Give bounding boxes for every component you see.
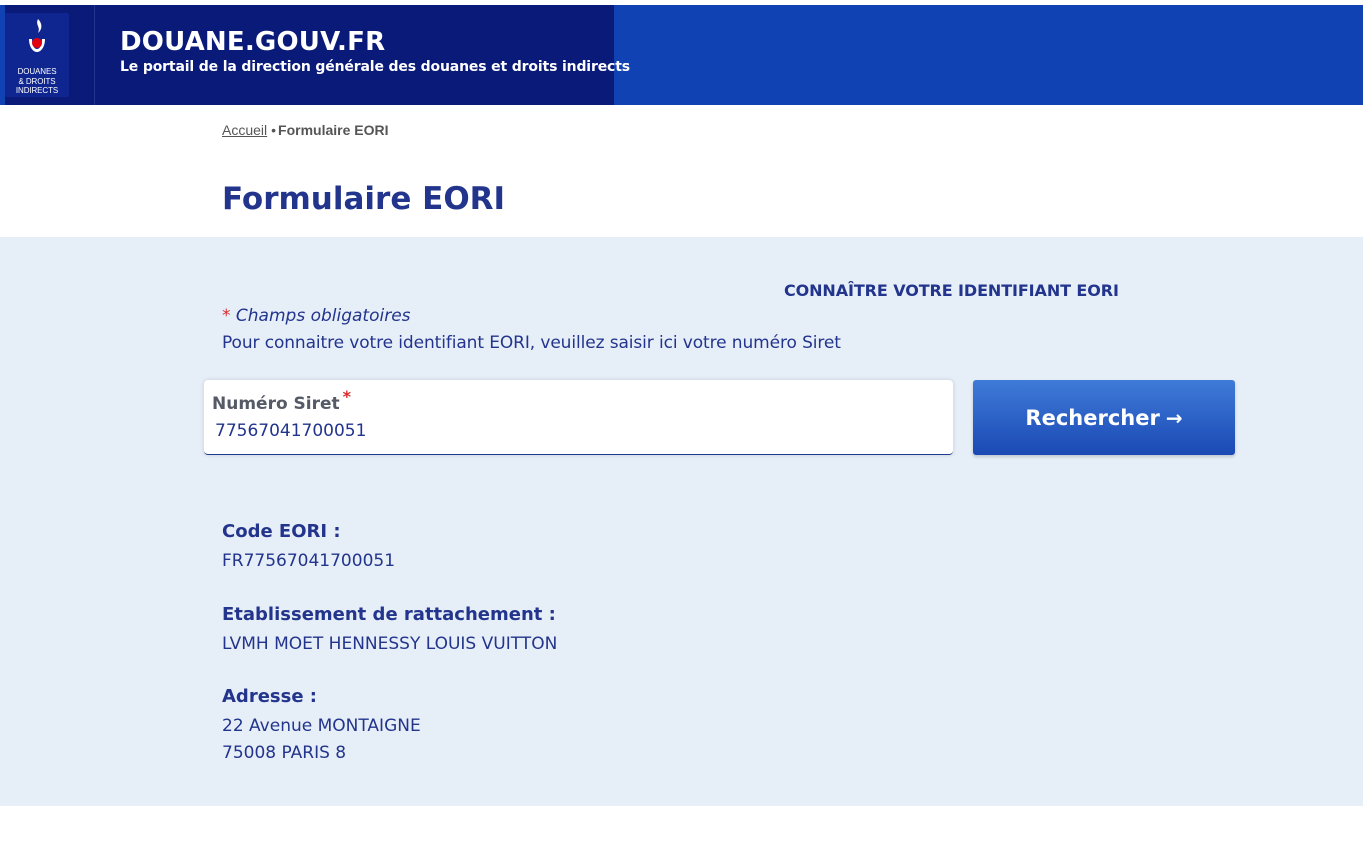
search-button-label: Rechercher [1025, 405, 1160, 430]
eori-result: Code EORI : FR77567041700051 [222, 521, 395, 575]
address-result: Adresse : 22 Avenue MONTAIGNE 75008 PARI… [222, 686, 421, 767]
douane-logo[interactable]: DOUANES & DROITS INDIRECTS [5, 13, 69, 97]
site-header: DOUANES & DROITS INDIRECTS DOUANE.GOUV.F… [0, 5, 1363, 105]
header-brand-area: DOUANES & DROITS INDIRECTS DOUANE.GOUV.F… [5, 5, 630, 105]
search-button[interactable]: Rechercher → [973, 380, 1235, 455]
page-title: Formulaire EORI [222, 181, 506, 217]
breadcrumb-current: Formulaire EORI [278, 122, 389, 138]
address-label: Adresse : [222, 686, 318, 707]
instructions-text: Pour connaitre votre identifiant EORI, v… [222, 333, 841, 353]
marianne-flame-icon [29, 19, 45, 52]
establishment-result: Etablissement de rattachement : LVMH MOE… [222, 604, 557, 658]
establishment-label: Etablissement de rattachement : [222, 604, 556, 625]
site-subtitle: Le portail de la direction générale des … [120, 59, 630, 75]
required-fields-note: * Champs obligatoires [222, 306, 411, 326]
address-line-1: 22 Avenue MONTAIGNE [222, 716, 421, 736]
header-divider [94, 5, 95, 105]
breadcrumb-home-link[interactable]: Accueil [222, 122, 267, 138]
eori-code-value: FR77567041700051 [222, 551, 396, 571]
address-line-2: 75008 PARIS 8 [222, 743, 347, 763]
establishment-value: LVMH MOET HENNESSY LOUIS VUITTON [222, 634, 558, 654]
breadcrumb: Accueil • Formulaire EORI [222, 122, 389, 138]
breadcrumb-separator: • [271, 122, 277, 138]
siret-input[interactable] [215, 421, 915, 441]
required-note-text: Champs obligatoires [235, 306, 411, 326]
siret-required-star: * [342, 387, 352, 406]
siret-label: Numéro Siret * [212, 387, 352, 414]
section-heading: CONNAÎTRE VOTRE IDENTIFIANT EORI [784, 281, 1119, 300]
arrow-right-icon: → [1165, 405, 1183, 430]
logo-text: DOUANES & DROITS INDIRECTS [15, 67, 59, 95]
siret-field[interactable]: Numéro Siret * [204, 380, 953, 455]
eori-form-panel: CONNAÎTRE VOTRE IDENTIFIANT EORI * Champ… [0, 237, 1363, 806]
eori-code-label: Code EORI : [222, 521, 341, 542]
site-title[interactable]: DOUANE.GOUV.FR [120, 27, 385, 57]
required-star: * [222, 306, 231, 326]
